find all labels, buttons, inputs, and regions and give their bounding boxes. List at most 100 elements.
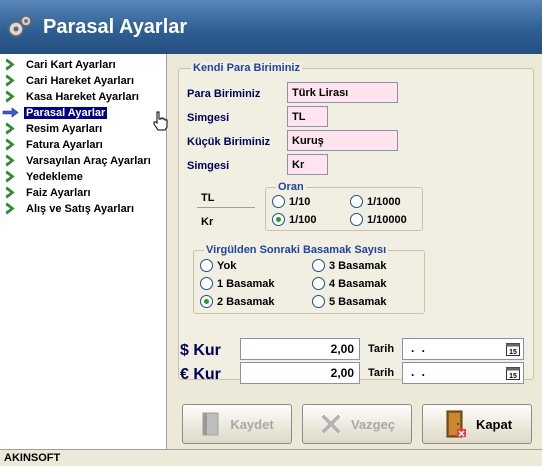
green-chevron-icon xyxy=(5,138,15,151)
sidebar-item-alis-satis[interactable]: Alış ve Satış Ayarları xyxy=(2,201,136,216)
calendar-icon[interactable]: 15 xyxy=(505,365,521,381)
sidebar-item-resim[interactable]: Resim Ayarları xyxy=(2,121,104,136)
ratio-option-100[interactable]: 1/100 xyxy=(272,213,317,226)
decimal-option-3[interactable]: 3 Basamak xyxy=(312,259,387,272)
eur-date-label: Tarih xyxy=(368,367,395,379)
radio-label: 1/10000 xyxy=(367,213,407,226)
radio-circle xyxy=(272,195,285,208)
unit-label: Para Biriminiz xyxy=(187,88,261,100)
green-chevron-icon xyxy=(5,202,15,215)
radio-circle xyxy=(200,295,213,308)
title-bar: Parasal Ayarlar xyxy=(0,0,542,54)
radio-label: 1/100 xyxy=(289,213,317,226)
decimal-option-2[interactable]: 2 Basamak xyxy=(200,295,275,308)
radio-label: 1/10 xyxy=(289,195,311,208)
decimal-group: Virgülden Sonraki Basamak Sayısı Yok 1 B… xyxy=(193,244,425,314)
subsymbol-label: Simgesi xyxy=(187,160,230,172)
sidebar-item-label: Parasal Ayarlar xyxy=(24,106,108,119)
usd-date-input[interactable]: . . 15 xyxy=(402,338,524,360)
subunit-label: Küçük Biriminiz xyxy=(187,136,271,148)
ratio-group-title: Oran xyxy=(276,181,306,193)
sidebar-item-kasa-hareket[interactable]: Kasa Hareket Ayarları xyxy=(2,89,141,104)
green-chevron-icon xyxy=(5,74,15,87)
subunit-input[interactable] xyxy=(287,130,398,151)
radio-label: 3 Basamak xyxy=(329,259,387,272)
sidebar-item-label: Kasa Hareket Ayarları xyxy=(26,90,139,103)
sidebar-item-faiz[interactable]: Faiz Ayarları xyxy=(2,185,93,200)
subsymbol-input[interactable] xyxy=(287,154,328,175)
sidebar-item-label: Cari Hareket Ayarları xyxy=(26,74,135,87)
radio-label: 1/1000 xyxy=(367,195,401,208)
radio-circle xyxy=(312,259,325,272)
symbol-input[interactable] xyxy=(287,106,328,127)
cancel-button[interactable]: Vazgeç xyxy=(302,404,412,444)
green-chevron-icon xyxy=(5,170,15,183)
sidebar-item-yedekleme[interactable]: Yedekleme xyxy=(2,169,85,184)
cancel-button-label: Vazgeç xyxy=(350,416,396,432)
sidebar-item-label: Faiz Ayarları xyxy=(26,186,91,199)
eur-date-input[interactable]: . . 15 xyxy=(402,362,524,384)
sidebar-item-label: Yedekleme xyxy=(26,170,83,183)
sidebar-item-parasal[interactable]: Parasal Ayarlar xyxy=(2,105,108,120)
gears-icon xyxy=(7,14,34,38)
exit-door-icon xyxy=(446,410,466,438)
sidebar-item-label: Resim Ayarları xyxy=(26,122,103,135)
close-button[interactable]: Kapat xyxy=(422,404,532,444)
usd-date-label: Tarih xyxy=(368,343,395,355)
svg-text:15: 15 xyxy=(509,373,517,380)
green-chevron-icon xyxy=(5,186,15,199)
sidebar-item-cari-hareket[interactable]: Cari Hareket Ayarları xyxy=(2,73,136,88)
decimal-group-title: Virgülden Sonraki Basamak Sayısı xyxy=(204,244,389,256)
green-chevron-icon xyxy=(5,58,15,71)
green-chevron-icon xyxy=(5,122,15,135)
ratio-option-1000[interactable]: 1/1000 xyxy=(350,195,401,208)
ratio-option-10000[interactable]: 1/10000 xyxy=(350,213,407,226)
radio-label: Yok xyxy=(217,259,237,272)
radio-circle xyxy=(312,295,325,308)
green-chevron-icon xyxy=(5,154,15,167)
sidebar-item-label: Fatura Ayarları xyxy=(26,138,103,151)
radio-circle xyxy=(200,259,213,272)
decimal-option-5[interactable]: 5 Basamak xyxy=(312,295,387,308)
eur-rate-label: € Kur xyxy=(180,366,221,383)
ratio-main-symbol: TL xyxy=(201,192,215,204)
sidebar-item-label: Alış ve Satış Ayarları xyxy=(26,202,135,215)
sidebar-item-fatura[interactable]: Fatura Ayarları xyxy=(2,137,105,152)
save-button[interactable]: Kaydet xyxy=(182,404,292,444)
settings-nav: Cari Kart Ayarları Cari Hareket Ayarları… xyxy=(0,54,168,449)
eur-rate-input[interactable] xyxy=(240,362,360,384)
svg-text:15: 15 xyxy=(509,349,517,356)
ratio-divider xyxy=(197,207,255,208)
radio-label: 1 Basamak xyxy=(217,277,275,290)
radio-label: 2 Basamak xyxy=(217,295,275,308)
radio-circle xyxy=(312,277,325,290)
calendar-icon[interactable]: 15 xyxy=(505,341,521,357)
symbol-label: Simgesi xyxy=(187,112,230,124)
currency-group: Kendi Para Biriminiz Para Biriminiz Simg… xyxy=(178,62,534,380)
unit-input[interactable] xyxy=(287,82,398,103)
usd-rate-input[interactable] xyxy=(240,338,360,360)
window-title: Parasal Ayarlar xyxy=(43,15,188,38)
ratio-option-10[interactable]: 1/10 xyxy=(272,195,310,208)
status-text: AKINSOFT xyxy=(4,452,61,464)
cancel-x-icon xyxy=(321,414,341,434)
ratio-group: Oran 1/10 1/100 1/1000 1/10000 xyxy=(265,181,423,231)
decimal-option-none[interactable]: Yok xyxy=(200,259,236,272)
save-book-icon xyxy=(202,412,219,436)
radio-circle xyxy=(350,195,363,208)
ratio-sub-symbol: Kr xyxy=(201,216,214,228)
close-button-label: Kapat xyxy=(475,416,513,432)
sidebar-item-varsayilan-arac[interactable]: Varsayılan Araç Ayarları xyxy=(2,153,153,168)
radio-circle xyxy=(272,213,285,226)
radio-label: 4 Basamak xyxy=(329,277,387,290)
decimal-option-4[interactable]: 4 Basamak xyxy=(312,277,387,290)
sidebar-item-cari-kart[interactable]: Cari Kart Ayarları xyxy=(2,57,118,72)
status-bar: AKINSOFT xyxy=(0,449,542,466)
radio-circle xyxy=(350,213,363,226)
radio-label: 5 Basamak xyxy=(329,295,387,308)
radio-circle xyxy=(200,277,213,290)
decimal-option-1[interactable]: 1 Basamak xyxy=(200,277,275,290)
date-value: . . xyxy=(411,365,428,379)
currency-group-title: Kendi Para Biriminiz xyxy=(191,62,302,74)
settings-content: Kendi Para Biriminiz Para Biriminiz Simg… xyxy=(168,54,542,449)
